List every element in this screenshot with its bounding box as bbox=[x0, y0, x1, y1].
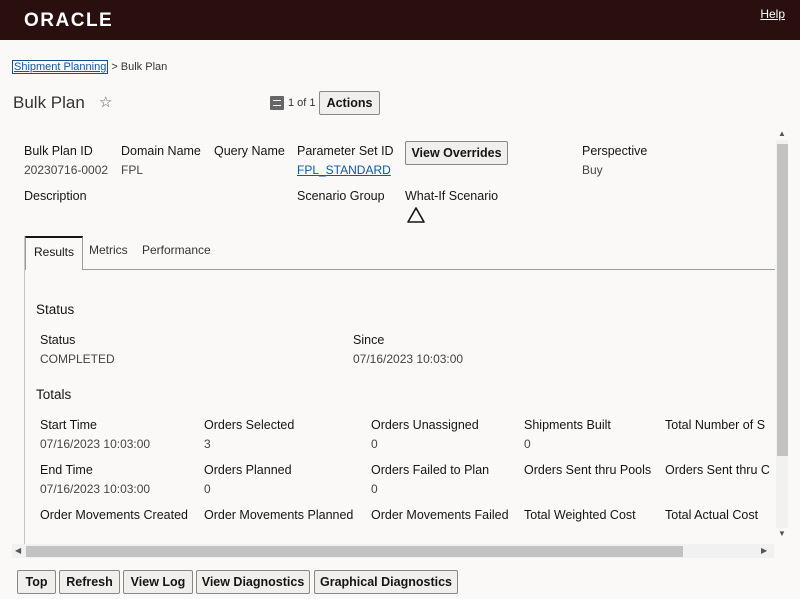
end-time-label: End Time bbox=[40, 463, 93, 477]
orders-failed-value: 0 bbox=[371, 482, 378, 496]
bulk-plan-id-label: Bulk Plan ID bbox=[24, 144, 93, 158]
what-if-scenario-label: What-If Scenario bbox=[405, 189, 499, 203]
total-actual-cost-label: Total Actual Cost bbox=[665, 508, 759, 522]
record-pager: 1 of 1 bbox=[288, 97, 316, 109]
status-value: COMPLETED bbox=[40, 352, 115, 366]
help-link[interactable]: Help bbox=[760, 7, 785, 21]
orders-failed-label: Orders Failed to Plan bbox=[371, 463, 490, 477]
parameter-set-id-link[interactable]: FPL_STANDARD bbox=[297, 163, 391, 177]
orders-unassigned-label: Orders Unassigned bbox=[371, 418, 479, 432]
parameter-set-id-label: Parameter Set ID bbox=[297, 144, 394, 158]
top-button[interactable]: Top bbox=[17, 570, 56, 594]
scroll-up-arrow-icon[interactable]: ▲ bbox=[778, 130, 786, 138]
end-time-value: 07/16/2023 10:03:00 bbox=[40, 482, 151, 496]
orders-selected-value: 3 bbox=[204, 437, 211, 451]
view-overrides-button[interactable]: View Overrides bbox=[405, 141, 508, 165]
status-heading: Status bbox=[36, 302, 75, 317]
totals-heading: Totals bbox=[36, 387, 72, 402]
tab-performance[interactable]: Performance bbox=[134, 236, 219, 264]
horizontal-scrollbar[interactable]: ◀ ▶ bbox=[12, 544, 774, 558]
perspective-value: Buy bbox=[582, 163, 603, 177]
domain-name-value: FPL bbox=[121, 163, 144, 177]
start-time-value: 07/16/2023 10:03:00 bbox=[40, 437, 151, 451]
scroll-right-arrow-icon[interactable]: ▶ bbox=[761, 547, 767, 555]
results-tab-panel: Results Metrics Performance Status Statu… bbox=[24, 236, 775, 544]
shipments-built-value: 0 bbox=[524, 437, 531, 451]
main-content: Bulk Plan ID 20230716-0002 Domain Name F… bbox=[12, 126, 790, 544]
order-movements-created-label: Order Movements Created bbox=[40, 508, 188, 522]
orders-unassigned-value: 0 bbox=[371, 437, 378, 451]
breadcrumb: Shipment Planning > Bulk Plan bbox=[12, 60, 168, 74]
since-label: Since bbox=[353, 333, 385, 347]
tab-metrics[interactable]: Metrics bbox=[81, 236, 136, 264]
vertical-scrollbar[interactable]: ▲ ▼ bbox=[774, 126, 790, 542]
orders-selected-label: Orders Selected bbox=[204, 418, 295, 432]
total-weighted-cost-label: Total Weighted Cost bbox=[524, 508, 636, 522]
shipments-built-label: Shipments Built bbox=[524, 418, 611, 432]
breadcrumb-shipment-planning[interactable]: Shipment Planning bbox=[12, 60, 109, 74]
scroll-down-arrow-icon[interactable]: ▼ bbox=[778, 530, 786, 538]
orders-planned-label: Orders Planned bbox=[204, 463, 292, 477]
favorite-star-icon[interactable]: ☆ bbox=[99, 93, 112, 111]
bulk-plan-id-value: 20230716-0002 bbox=[24, 163, 109, 177]
page-title: Bulk Plan bbox=[13, 93, 85, 112]
refresh-button[interactable]: Refresh bbox=[59, 570, 120, 594]
actions-button[interactable]: Actions bbox=[319, 91, 380, 115]
orders-sent-pools-label: Orders Sent thru Pools bbox=[524, 463, 652, 477]
order-movements-planned-label: Order Movements Planned bbox=[204, 508, 354, 522]
horizontal-scroll-thumb[interactable] bbox=[26, 546, 683, 557]
warning-triangle-icon bbox=[407, 207, 425, 223]
scroll-left-arrow-icon[interactable]: ◀ bbox=[15, 547, 21, 555]
perspective-label: Perspective bbox=[582, 144, 648, 158]
orders-planned-value: 0 bbox=[204, 482, 211, 496]
since-value: 07/16/2023 10:03:00 bbox=[353, 352, 464, 366]
oracle-logo: ORACLE bbox=[24, 10, 114, 31]
view-log-button[interactable]: View Log bbox=[123, 570, 193, 594]
total-number-label: Total Number of S bbox=[665, 418, 766, 432]
start-time-label: Start Time bbox=[40, 418, 97, 432]
record-list-icon[interactable] bbox=[270, 96, 284, 110]
tab-bar-divider bbox=[25, 269, 775, 270]
orders-sent-c-label: Orders Sent thru C bbox=[665, 463, 770, 477]
vertical-scroll-thumb[interactable] bbox=[777, 144, 788, 456]
breadcrumb-separator: > bbox=[111, 61, 118, 73]
domain-name-label: Domain Name bbox=[121, 144, 201, 158]
graphical-diagnostics-button[interactable]: Graphical Diagnostics bbox=[314, 570, 458, 594]
tab-results[interactable]: Results bbox=[25, 236, 84, 270]
query-name-label: Query Name bbox=[214, 144, 285, 158]
status-label: Status bbox=[40, 333, 76, 347]
breadcrumb-current: Bulk Plan bbox=[120, 61, 168, 73]
top-bar: ORACLE Help bbox=[0, 0, 800, 40]
view-diagnostics-button[interactable]: View Diagnostics bbox=[196, 570, 310, 594]
description-label: Description bbox=[24, 189, 87, 203]
order-movements-failed-label: Order Movements Failed bbox=[371, 508, 509, 522]
scenario-group-label: Scenario Group bbox=[297, 189, 385, 203]
